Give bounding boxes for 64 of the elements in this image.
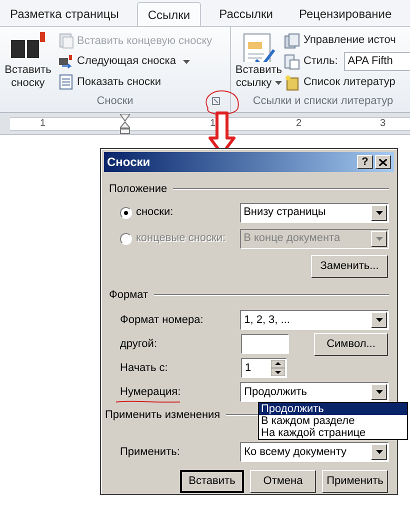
style-label: Стиль: <box>303 54 338 70</box>
window-title: Сноски <box>107 154 150 171</box>
dialog-launcher-icon <box>212 97 220 105</box>
caret-icon <box>274 81 282 86</box>
field-label: Нумерация: <box>120 386 181 398</box>
group-heading: Применить изменения <box>105 408 220 423</box>
close-icon <box>379 158 387 166</box>
dropdown-field[interactable]: Внизу страницы <box>240 202 389 222</box>
ribbon-button[interactable]: Показать сноски <box>77 74 161 90</box>
ribbon-button[interactable]: Управление источ <box>303 32 396 49</box>
group-heading: Формат <box>109 288 148 303</box>
large-ribbon-button[interactable]: Вставить ссылку <box>235 30 282 91</box>
endnote-icon <box>58 32 74 49</box>
dropdown-field[interactable]: Продолжить <box>240 382 389 402</box>
input-field[interactable] <box>241 334 289 354</box>
ribbon-button[interactable]: Список литератур <box>303 74 396 91</box>
radio-button[interactable] <box>120 206 132 218</box>
next-footnote-icon <box>58 54 74 70</box>
spin-field[interactable]: 1 <box>241 358 287 378</box>
dropdown-arrow-icon <box>376 390 382 394</box>
underline-annotation <box>116 400 180 404</box>
style-combo[interactable]: APA Fifth <box>344 52 410 71</box>
ribbon-button[interactable]: Следующая сноска <box>77 53 176 70</box>
ruler-number: 3 <box>380 117 386 131</box>
field-label: Формат номера: <box>120 312 204 328</box>
field-label: Начать с: <box>120 360 169 376</box>
dropdown-field[interactable]: Ко всему документу <box>240 442 389 462</box>
ruler-number: 2 <box>296 117 302 131</box>
group-label: Ссылки и списки литератур <box>252 94 394 109</box>
spinner-arrows-icon <box>271 360 285 376</box>
ribbon-tab[interactable]: Рассылки <box>211 1 281 26</box>
show-notes-icon <box>58 74 74 90</box>
field-label: сноски: <box>136 205 174 220</box>
sources-icon <box>284 32 300 48</box>
style-icon <box>284 54 300 70</box>
dialog-button[interactable]: Отмена <box>250 470 316 493</box>
dialog-button[interactable]: Вставить <box>180 470 244 493</box>
dialog-button[interactable]: Применить <box>322 470 388 493</box>
dropdown-option[interactable]: На каждой странице <box>259 427 407 439</box>
ribbon-tab[interactable]: Ссылки <box>136 2 202 26</box>
indent-marker-icon <box>120 114 130 134</box>
ruler-number: 1 <box>210 117 216 131</box>
dialog-button[interactable]: Символ... <box>314 332 388 356</box>
bibliography-icon <box>284 74 300 90</box>
dropdown-arrow-icon <box>376 236 382 240</box>
dialog-button[interactable]: Заменить... <box>311 255 388 278</box>
field-label: концевые сноски: <box>136 231 227 246</box>
ribbon-tab[interactable]: Рецензирование <box>290 1 400 26</box>
dropdown-option[interactable]: В каждом разделе <box>259 415 407 427</box>
help-button[interactable]: ? <box>357 155 373 169</box>
field-label: другой: <box>120 336 158 352</box>
dropdown-arrow-icon <box>376 210 382 214</box>
ruler-number: 1 <box>40 117 46 131</box>
close-button[interactable] <box>375 155 391 169</box>
dropdown-option[interactable]: Продолжить <box>259 403 407 415</box>
ribbon-tab[interactable]: Разметка страницы <box>2 1 127 26</box>
dropdown-arrow-icon <box>376 450 382 454</box>
caret-icon <box>182 60 190 64</box>
dropdown-field[interactable]: 1, 2, 3, ... <box>240 310 389 330</box>
group-heading: Положение <box>109 182 168 197</box>
group-label: Сноски <box>96 94 134 109</box>
dropdown-arrow-icon <box>376 318 382 322</box>
large-ribbon-button[interactable]: Вставить сноску <box>0 30 56 91</box>
field-label: Применить: <box>120 444 181 460</box>
